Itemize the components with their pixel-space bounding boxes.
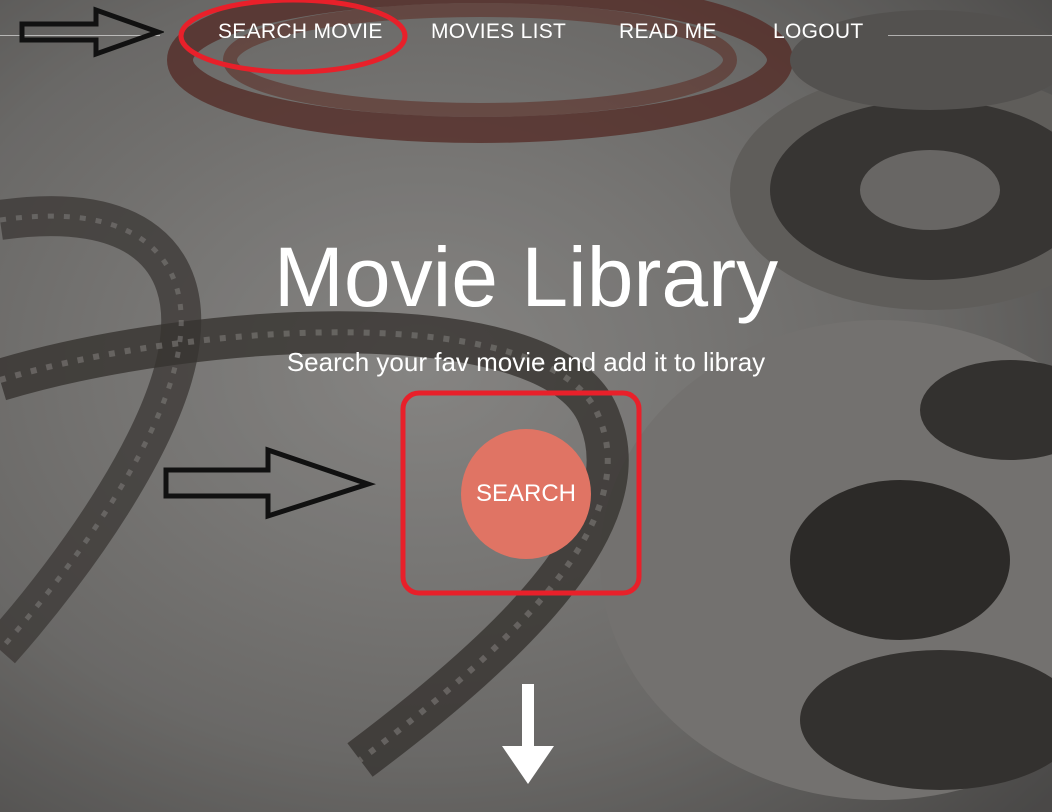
page-title: Movie Library [273, 230, 779, 324]
nav-logout-link[interactable]: LOGOUT [773, 20, 863, 44]
background-overlay [0, 0, 1052, 812]
top-navbar: SEARCH MOVIE MOVIES LIST READ ME LOGOUT [0, 0, 1052, 66]
nav-movies-list-link[interactable]: MOVIES LIST [431, 20, 566, 44]
search-button[interactable]: SEARCH [461, 429, 591, 559]
nav-read-me-link[interactable]: READ ME [619, 20, 717, 44]
nav-search-movie-link[interactable]: SEARCH MOVIE [218, 20, 383, 44]
nav-divider-right [888, 35, 1052, 36]
nav-divider-left [0, 35, 160, 36]
page: SEARCH MOVIE MOVIES LIST READ ME LOGOUT … [0, 0, 1052, 812]
page-subtitle: Search your fav movie and add it to libr… [286, 347, 766, 377]
